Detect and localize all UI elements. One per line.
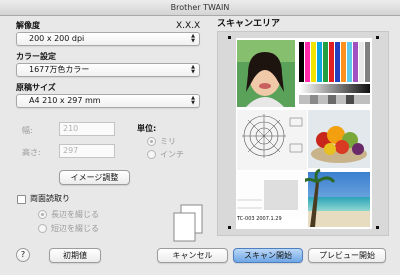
popup-arrows-icon: ▲ ▼ — [191, 64, 195, 75]
doc-size-value: A4 210 x 297 mm — [29, 96, 101, 105]
resolution-label: 解像度 — [16, 21, 40, 30]
popup-arrows-icon: ▲ ▼ — [191, 95, 195, 106]
duplex-checkbox[interactable] — [17, 195, 26, 204]
color-select[interactable]: 1677万色カラー ▲ ▼ — [16, 63, 200, 77]
scan-area-label: スキャンエリア — [217, 19, 281, 29]
width-label: 幅: — [22, 126, 33, 135]
defaults-button[interactable]: 初期値 — [49, 248, 101, 263]
help-button[interactable]: ? — [16, 248, 30, 262]
long-edge-radio[interactable] — [38, 210, 47, 219]
popup-arrows-icon: ▲ ▼ — [191, 33, 195, 44]
height-label: 高さ: — [22, 148, 41, 157]
short-edge-label: 短辺を綴じる — [51, 224, 99, 233]
preview-image — [218, 32, 388, 235]
duplex-label: 両面読取り — [30, 194, 70, 203]
version-text: X.X.X — [176, 21, 201, 31]
adjust-image-button[interactable]: イメージ調整 — [59, 170, 130, 185]
resolution-value: 200 x 200 dpi — [29, 34, 85, 43]
height-field[interactable]: 297 — [59, 144, 115, 158]
unit-mm-label: ミリ — [160, 137, 176, 146]
scan-button[interactable]: スキャン開始 — [233, 248, 303, 263]
color-label: カラー設定 — [16, 52, 56, 61]
long-edge-label: 長辺を綴じる — [51, 210, 99, 219]
resolution-select[interactable]: 200 x 200 dpi ▲ ▼ — [16, 32, 200, 46]
doc-size-label: 原稿サイズ — [16, 83, 56, 92]
width-field[interactable]: 210 — [59, 122, 115, 136]
unit-label: 単位: — [137, 124, 157, 133]
unit-mm-radio[interactable] — [147, 137, 156, 146]
cancel-button[interactable]: キャンセル — [157, 248, 228, 263]
scan-pages-icon — [173, 204, 203, 242]
scan-preview-area[interactable]: TC-003 2007.1.29 — [217, 31, 389, 236]
unit-inch-label: インチ — [160, 150, 184, 159]
window-title: Brother TWAIN — [0, 0, 400, 16]
prescan-button[interactable]: プレビュー開始 — [308, 248, 386, 263]
color-value: 1677万色カラー — [29, 65, 90, 74]
unit-inch-radio[interactable] — [147, 150, 156, 159]
short-edge-radio[interactable] — [38, 224, 47, 233]
doc-size-select[interactable]: A4 210 x 297 mm ▲ ▼ — [16, 94, 200, 108]
sample-code-text: TC-003 2007.1.29 — [237, 216, 282, 222]
